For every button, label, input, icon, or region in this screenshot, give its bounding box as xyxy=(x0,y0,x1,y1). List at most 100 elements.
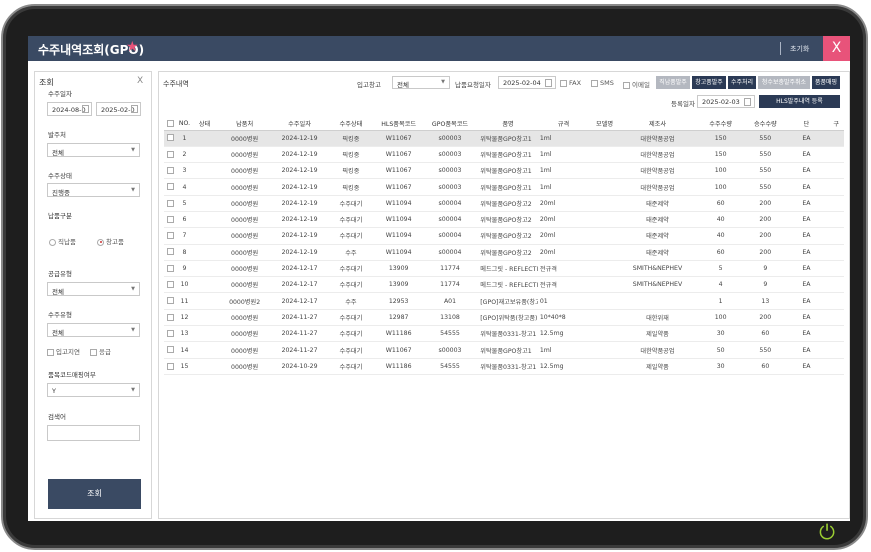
product-mapping-label: 품목코드매핑여부 xyxy=(48,371,96,379)
row-checkbox[interactable] xyxy=(164,146,177,164)
column-header[interactable]: 승수수량 xyxy=(746,117,785,131)
product-mapping-select[interactable]: Y ▼ xyxy=(47,383,140,397)
cancel-request-button[interactable]: 청수보충발주취소 xyxy=(758,76,810,89)
row-checkbox[interactable] xyxy=(164,358,177,375)
hls-register-button[interactable]: HLS발주내역 등록 xyxy=(759,95,840,108)
column-header[interactable]: 제조사 xyxy=(619,117,695,131)
close-icon[interactable]: X xyxy=(823,36,850,61)
table-row[interactable]: 2 0000병원 2024-12-19 픽킹중 W11067 s00003 위탁물품GPO창… xyxy=(164,146,844,164)
table-row[interactable]: 5 0000병원 2024-12-19 수주대기 W11094 s00004 위탁물품GPO… xyxy=(164,195,844,212)
row-checkbox[interactable] xyxy=(164,211,177,229)
calendar-icon[interactable] xyxy=(131,105,138,113)
table-cell: 40 xyxy=(694,227,747,245)
table-row[interactable]: 6 0000병원 2024-12-19 수주대기 W11094 s00004 위탁물품GPO… xyxy=(164,211,844,229)
table-row[interactable]: 15 0000병원 2024-10-29 수주대기 W11186 54555 위탁물품033… xyxy=(164,358,844,375)
row-checkbox[interactable] xyxy=(164,195,177,212)
table-cell: 2024-12-19 xyxy=(272,130,327,147)
table-cell: 20ml xyxy=(537,211,590,229)
column-header[interactable]: NO. xyxy=(176,117,193,131)
table-cell: 대한약품공업 xyxy=(619,130,695,147)
table-cell: 13909 xyxy=(375,276,422,294)
radio-direct-delivery[interactable]: 직납품 xyxy=(49,236,76,246)
row-checkbox[interactable] xyxy=(164,325,177,343)
date-from-field[interactable]: 2024-08-0 xyxy=(47,102,92,116)
calendar-icon[interactable] xyxy=(545,79,552,87)
table-cell xyxy=(192,146,217,164)
column-header[interactable]: HLS품목코드 xyxy=(375,117,422,131)
table-cell: 2024-12-19 xyxy=(272,195,327,212)
column-header[interactable]: 단 xyxy=(784,117,829,131)
order-status-select[interactable]: 진행중 ▼ xyxy=(47,183,140,197)
chevron-down-icon: ▼ xyxy=(131,327,135,333)
stock-delay-checkbox[interactable]: 입고지연 xyxy=(47,346,80,356)
keyword-input[interactable] xyxy=(47,425,140,441)
table-row[interactable]: 9 0000병원 2024-12-17 수주대기 13909 11774 메드그릿 - RE… xyxy=(164,260,844,278)
row-checkbox[interactable] xyxy=(164,130,177,147)
column-header[interactable]: 구 xyxy=(828,117,844,131)
urgent-checkbox[interactable]: 응급 xyxy=(90,346,111,356)
row-checkbox[interactable] xyxy=(164,309,177,327)
table-row[interactable]: 11 0000병원2 2024-12-17 수주 12953 A01 [GPO]재고보유품(… xyxy=(164,292,844,310)
select-all-checkbox[interactable] xyxy=(164,117,177,131)
mapping-button[interactable]: 품품매핑 xyxy=(812,76,840,89)
row-checkbox[interactable] xyxy=(164,276,177,294)
table-cell: EA xyxy=(784,211,829,229)
process-order-button[interactable]: 수주처리 xyxy=(728,76,756,89)
table-cell: W11094 xyxy=(375,227,422,245)
warehouse-select[interactable]: 전체 ▼ xyxy=(392,76,450,89)
order-type-select[interactable]: 전체 ▼ xyxy=(47,323,140,337)
column-header[interactable]: 규격 xyxy=(537,117,590,131)
table-cell: W11094 xyxy=(375,195,422,212)
table-cell: s00004 xyxy=(421,195,479,212)
table-row[interactable]: 8 0000병원 2024-12-19 수주 W11094 s00004 위탁물품GPO창고… xyxy=(164,244,844,261)
column-header[interactable]: 상태 xyxy=(192,117,217,131)
power-icon[interactable]: ⏻ xyxy=(815,520,839,544)
date-to-field[interactable]: 2025-02-0 xyxy=(96,102,141,116)
direct-order-button[interactable]: 직납품발주 xyxy=(656,76,690,89)
table-row[interactable]: 13 0000병원 2024-11-27 수주대기 W11186 54555 위탁물품033… xyxy=(164,325,844,343)
warehouse-order-button[interactable]: 창고품발주 xyxy=(692,76,726,89)
table-row[interactable]: 1 0000병원 2024-12-19 픽킹중 W11067 s00003 위탁물품GPO창… xyxy=(164,130,844,147)
table-cell: 위탁물품GPO창고2 xyxy=(478,211,538,229)
row-checkbox[interactable] xyxy=(164,162,177,180)
table-row[interactable]: 3 0000병원 2024-12-19 픽킹중 W11067 s00003 위탁물품GPO창… xyxy=(164,162,844,180)
column-header[interactable]: 수주수량 xyxy=(694,117,747,131)
row-checkbox[interactable] xyxy=(164,227,177,245)
fax-checkbox[interactable]: FAX xyxy=(560,79,581,87)
email-checkbox[interactable]: 이메일 xyxy=(623,79,650,89)
search-button[interactable]: 조회 xyxy=(48,479,141,509)
table-row[interactable]: 14 0000병원 2024-11-27 수주대기 W11067 s00003 위탁물품GP… xyxy=(164,341,844,359)
delivery-date-field[interactable]: 2025-02-04 xyxy=(498,76,556,89)
calendar-icon[interactable] xyxy=(82,105,89,113)
row-checkbox[interactable] xyxy=(164,260,177,278)
table-cell: 54555 xyxy=(421,325,479,343)
row-checkbox[interactable] xyxy=(164,292,177,310)
table-row[interactable]: 7 0000병원 2024-12-19 수주대기 W11094 s00004 위탁물품GPO… xyxy=(164,227,844,245)
table-row[interactable]: 10 0000병원 2024-12-17 수주대기 13909 11774 메드그릿 - R… xyxy=(164,276,844,294)
column-header[interactable]: 수주일자 xyxy=(272,117,327,131)
row-checkbox[interactable] xyxy=(164,244,177,261)
column-header[interactable]: GPO품목코드 xyxy=(421,117,479,131)
table-cell: W11094 xyxy=(375,211,422,229)
table-cell: 태준제약 xyxy=(619,227,695,245)
sms-checkbox[interactable]: SMS xyxy=(591,79,614,87)
table-cell: s00004 xyxy=(421,227,479,245)
row-checkbox[interactable] xyxy=(164,178,177,196)
column-header[interactable]: 납품처 xyxy=(216,117,273,131)
table-row[interactable]: 12 0000병원 2024-11-27 수주대기 12987 13108 [GPO]위탁품… xyxy=(164,309,844,327)
radio-warehouse-delivery[interactable]: 창고품 xyxy=(97,236,124,246)
calendar-icon[interactable] xyxy=(744,98,751,106)
favorite-star-icon[interactable]: ★ xyxy=(126,39,139,55)
column-header[interactable]: 수주상태 xyxy=(326,117,376,131)
reg-date-field[interactable]: 2025-02-03 xyxy=(697,95,755,108)
column-header[interactable]: 모델명 xyxy=(589,117,620,131)
filter-close-icon[interactable]: X xyxy=(137,76,143,86)
row-checkbox[interactable] xyxy=(164,341,177,359)
supply-type-select[interactable]: 전체 ▼ xyxy=(47,282,140,296)
table-row[interactable]: 4 0000병원 2024-12-19 픽킹중 W11067 s00003 위탁물품GPO창… xyxy=(164,178,844,196)
reset-button[interactable]: 초기화 xyxy=(790,44,809,54)
product-mapping-value: Y xyxy=(52,387,56,395)
ordering-party-select[interactable]: 전체 ▼ xyxy=(47,143,140,157)
table-cell xyxy=(589,358,620,375)
column-header[interactable]: 품명 xyxy=(478,117,538,131)
